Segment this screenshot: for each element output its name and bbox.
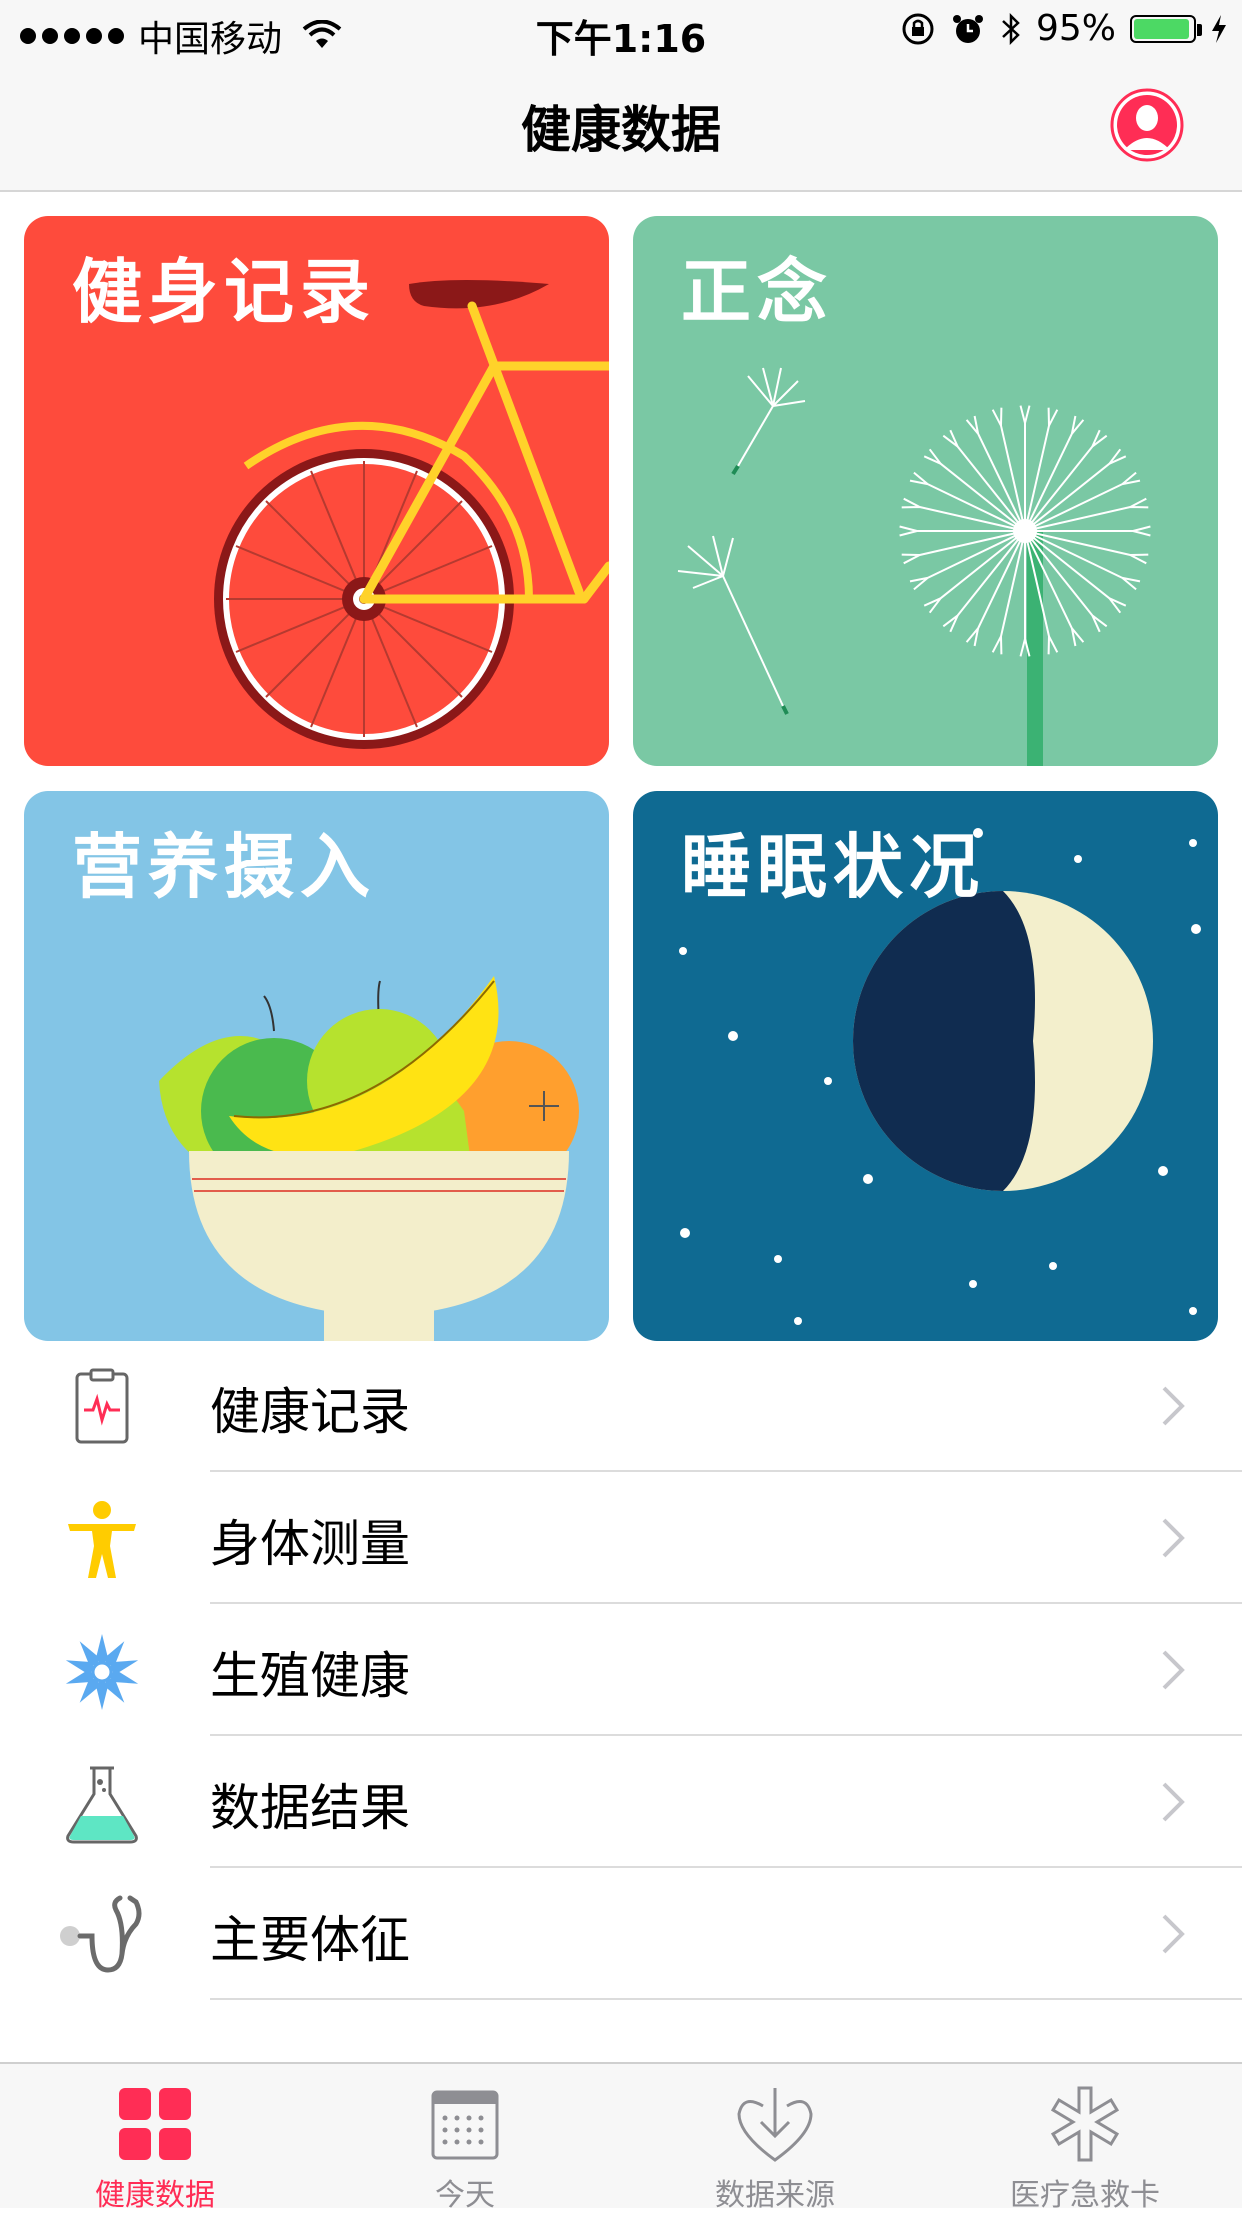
chevron-right-icon bbox=[1162, 1914, 1185, 1954]
vitals-icon bbox=[60, 1895, 142, 1973]
battery-percent: 95% bbox=[1035, 8, 1116, 49]
chevron-right-icon bbox=[1162, 1650, 1185, 1690]
tab-bar: 健康数据 今天 数据来源 医疗急救卡 bbox=[0, 2062, 1242, 2213]
calendar-icon bbox=[431, 2090, 499, 2160]
tile-activity[interactable]: 健身记录 bbox=[24, 216, 609, 766]
category-list: 健康记录 身体测量 生殖健康 数据结果 主要体征 bbox=[0, 1340, 1242, 2000]
tab-health-data[interactable]: 健康数据 bbox=[0, 2064, 310, 2213]
list-item-reproductive-health[interactable]: 生殖健康 bbox=[0, 1604, 1242, 1736]
tile-mindfulness-title: 正念 bbox=[681, 251, 833, 333]
list-item-vitals[interactable]: 主要体征 bbox=[0, 1868, 1242, 2000]
list-item-label: 主要体征 bbox=[210, 1911, 410, 1969]
results-icon bbox=[66, 1766, 138, 1844]
tile-nutrition-title: 营养摄入 bbox=[72, 826, 376, 908]
list-item-label: 身体测量 bbox=[210, 1515, 410, 1573]
tile-sleep-title: 睡眠状况 bbox=[681, 826, 985, 908]
chevron-right-icon bbox=[1162, 1518, 1185, 1558]
status-bar: 中国移动 下午1:16 95% bbox=[0, 0, 1242, 61]
tab-label: 医疗急救卡 bbox=[1010, 2178, 1160, 2213]
bluetooth-icon bbox=[1002, 12, 1020, 45]
asterisk-icon bbox=[1050, 2086, 1120, 2162]
profile-icon[interactable] bbox=[1110, 88, 1184, 162]
grid-icon bbox=[119, 2088, 191, 2160]
list-item-health-records[interactable]: 健康记录 bbox=[0, 1340, 1242, 1472]
tab-label: 健康数据 bbox=[95, 2178, 215, 2213]
tile-nutrition[interactable]: 营养摄入 bbox=[24, 791, 609, 1341]
chevron-right-icon bbox=[1162, 1782, 1185, 1822]
battery-icon bbox=[1130, 14, 1202, 43]
list-item-label: 健康记录 bbox=[210, 1383, 410, 1441]
list-item-label: 生殖健康 bbox=[210, 1647, 410, 1705]
chevron-right-icon bbox=[1162, 1386, 1185, 1426]
divider bbox=[210, 1998, 1242, 2000]
tile-mindfulness[interactable]: 正念 bbox=[633, 216, 1218, 766]
navigation-bar: 健康数据 bbox=[0, 60, 1242, 192]
tile-sleep[interactable]: 睡眠状况 bbox=[633, 791, 1218, 1341]
page-title: 健康数据 bbox=[521, 101, 721, 159]
list-item-body-measurements[interactable]: 身体测量 bbox=[0, 1472, 1242, 1604]
rotation-lock-icon bbox=[902, 13, 934, 44]
health-records-icon bbox=[75, 1368, 129, 1444]
status-right: 95% bbox=[900, 8, 1228, 49]
tile-activity-title: 健身记录 bbox=[72, 251, 376, 333]
tab-sources[interactable]: 数据来源 bbox=[620, 2064, 930, 2213]
download-heart-icon bbox=[737, 2088, 813, 2162]
alarm-icon bbox=[952, 14, 983, 43]
body-measurements-icon bbox=[68, 1501, 136, 1578]
reproductive-health-icon bbox=[65, 1634, 139, 1710]
tab-today[interactable]: 今天 bbox=[310, 2064, 620, 2213]
tab-label: 数据来源 bbox=[715, 2178, 835, 2213]
charging-icon bbox=[1212, 14, 1226, 43]
list-item-label: 数据结果 bbox=[210, 1779, 410, 1837]
tab-label: 今天 bbox=[435, 2178, 495, 2213]
list-item-results[interactable]: 数据结果 bbox=[0, 1736, 1242, 1868]
tab-medical-id[interactable]: 医疗急救卡 bbox=[930, 2064, 1240, 2213]
